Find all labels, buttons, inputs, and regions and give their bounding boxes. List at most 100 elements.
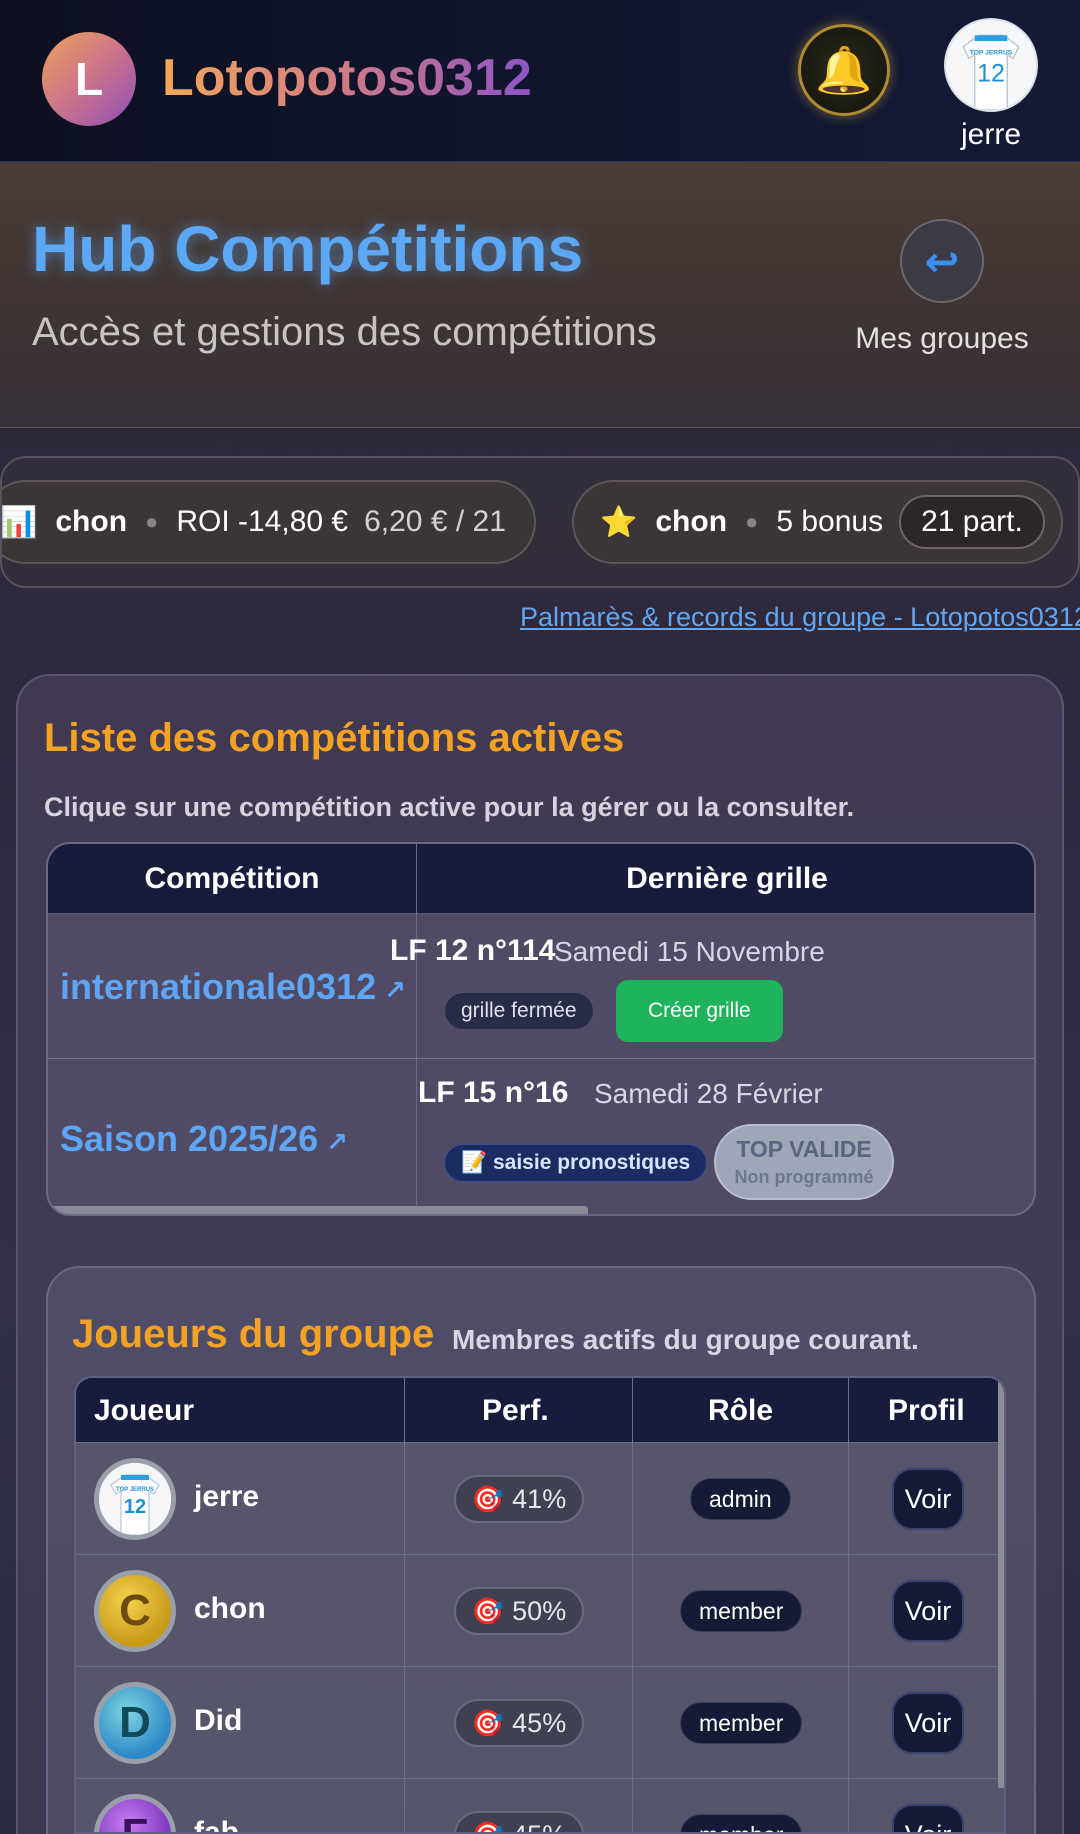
stat-bonus: 5 bonus <box>776 505 884 538</box>
create-grid-button[interactable]: Créer grille <box>616 980 783 1042</box>
top-valide-label: TOP VALIDE <box>736 1136 872 1162</box>
row-divider <box>76 1554 1004 1555</box>
svg-text:TOP JERRUS: TOP JERRUS <box>970 49 1013 56</box>
user-name: jerre <box>960 118 1021 151</box>
top-valide-sub: Non programmé <box>734 1167 874 1187</box>
back-label[interactable]: Mes groupes <box>840 322 1044 356</box>
page-subtitle: Accès et gestions des compétitions <box>32 310 657 354</box>
players-subtitle: Membres actifs du groupe courant. <box>452 1324 919 1355</box>
row-divider <box>48 1058 1034 1059</box>
competition-link-internationale[interactable]: internationale0312 ↗ <box>60 966 406 1008</box>
chart-icon: 📊 <box>0 505 38 539</box>
avatar: C <box>94 1570 176 1652</box>
competition-name: internationale0312 <box>60 966 377 1007</box>
target-icon: 🎯 <box>471 1707 505 1738</box>
column-divider <box>848 1378 849 1832</box>
external-arrow-icon: ↗ <box>384 975 406 1005</box>
perf-value: 45% <box>512 1707 567 1738</box>
table-header: Compétition Dernière grille <box>48 844 1034 914</box>
back-button[interactable]: ↩ <box>900 219 984 303</box>
stat-pill-roi: 📊 chon ● ROI -14,80 € 6,20 € / 21 <box>0 480 536 564</box>
grid-date: Samedi 28 Février <box>594 1078 823 1109</box>
jersey-icon: TOP JERRUS 12 <box>99 1463 171 1535</box>
col-header-perf: Perf. <box>482 1394 549 1427</box>
col-header-competition: Compétition <box>144 862 320 895</box>
view-profile-button[interactable]: Voir <box>892 1468 964 1530</box>
avatar: F <box>94 1794 176 1832</box>
perf-badge: 🎯45% <box>454 1699 584 1747</box>
grid-code: LF 12 n°114 <box>390 934 556 967</box>
player-name: jerre <box>194 1480 260 1513</box>
competitions-title: Liste des compétitions actives <box>44 716 625 760</box>
col-header-role: Rôle <box>708 1394 774 1427</box>
stat-roi-detail: 6,20 € / 21 <box>364 505 506 538</box>
target-icon: 🎯 <box>472 1820 504 1833</box>
row-divider <box>76 1442 1004 1443</box>
column-divider <box>416 844 417 1214</box>
player-name: fab <box>194 1816 239 1834</box>
top-bar: L Lotopotos0312 🔔 TOP JERRUS 12 jerre <box>0 0 1080 162</box>
view-profile-button[interactable]: Voir <box>892 1692 964 1754</box>
stat-player-name: chon <box>55 505 128 538</box>
stats-strip[interactable]: 📊 chon ● ROI -14,80 € 6,20 € / 21 ⭐ chon… <box>0 456 1080 588</box>
column-divider <box>404 1378 405 1832</box>
avatar[interactable]: TOP JERRUS 12 <box>944 18 1038 112</box>
svg-text:TOP JERRUS: TOP JERRUS <box>116 1487 154 1493</box>
separator-dot: ● <box>745 509 759 534</box>
row-divider <box>76 1666 1004 1667</box>
horizontal-scrollbar[interactable] <box>48 1206 588 1214</box>
star-icon: ⭐ <box>600 505 638 539</box>
stat-pill-bonus: ⭐ chon ● 5 bonus 21 part. <box>572 480 1063 564</box>
grid-code: LF 15 n°16 <box>418 1076 569 1109</box>
col-header-player: Joueur <box>94 1394 195 1427</box>
role-badge: admin <box>690 1478 791 1520</box>
group-name[interactable]: Lotopotos0312 <box>162 48 532 108</box>
view-profile-button[interactable]: Voir <box>892 1804 964 1832</box>
col-header-last-grid: Dernière grille <box>626 862 828 895</box>
target-icon: 🎯 <box>471 1595 505 1626</box>
perf-badge: 🎯 45% <box>454 1811 584 1833</box>
competitions-table: Compétition Dernière grille internationa… <box>46 842 1036 1216</box>
avatar: D <box>94 1682 176 1764</box>
col-header-profile: Profil <box>888 1394 965 1427</box>
row-divider <box>76 1778 1004 1779</box>
bell-icon[interactable]: 🔔 <box>798 24 890 116</box>
svg-text:12: 12 <box>124 1496 146 1518</box>
competition-link-saison[interactable]: Saison 2025/26 ↗ <box>60 1118 348 1160</box>
stat-player-name: chon <box>655 505 728 538</box>
target-icon: 🎯 <box>471 1483 505 1514</box>
stat-participants: 21 part. <box>899 495 1045 549</box>
column-divider <box>632 1378 633 1832</box>
vertical-scrollbar[interactable] <box>998 1378 1004 1788</box>
svg-text:12: 12 <box>977 59 1005 87</box>
return-icon: ↩ <box>924 237 960 285</box>
player-name: Did <box>194 1704 243 1737</box>
competitions-subtitle: Clique sur une compétition active pour l… <box>44 792 855 822</box>
view-profile-button[interactable]: Voir <box>892 1580 964 1642</box>
role-badge: member <box>680 1814 803 1832</box>
avatar-initial: D <box>119 1698 151 1747</box>
table-header: Joueur Perf. Rôle Profil <box>76 1378 1004 1442</box>
separator-dot: ● <box>145 509 159 534</box>
avatar-initial: C <box>119 1586 151 1635</box>
competition-name: Saison 2025/26 <box>60 1118 319 1159</box>
hero-section: Hub Compétitions Accès et gestions des c… <box>0 162 1080 428</box>
status-badge-closed: grille fermée <box>444 992 594 1030</box>
avatar: TOP JERRUS 12 <box>94 1458 176 1540</box>
status-badge-saisie: 📝 saisie pronostiques <box>444 1144 708 1182</box>
perf-badge: 🎯 50% <box>454 1587 584 1635</box>
perf-value: 50% <box>512 1595 567 1626</box>
page-title: Hub Compétitions <box>32 213 584 285</box>
grid-date: Samedi 15 Novembre <box>554 936 825 967</box>
stat-roi: ROI -14,80 € <box>176 505 349 538</box>
perf-value: 41% <box>512 1483 567 1514</box>
logo-letter: L <box>74 53 104 105</box>
perf-badge: 🎯 41% <box>454 1475 584 1523</box>
palmares-link[interactable]: Palmarès & records du groupe - Lotopotos… <box>520 602 1080 633</box>
top-valide-badge[interactable]: TOP VALIDE Non programmé <box>714 1124 894 1200</box>
external-arrow-icon: ↗ <box>326 1127 348 1157</box>
group-logo[interactable]: L <box>42 32 136 126</box>
players-title: Joueurs du groupe <box>72 1312 435 1356</box>
perf-value: 45% <box>512 1820 566 1833</box>
role-badge: member <box>680 1590 803 1632</box>
